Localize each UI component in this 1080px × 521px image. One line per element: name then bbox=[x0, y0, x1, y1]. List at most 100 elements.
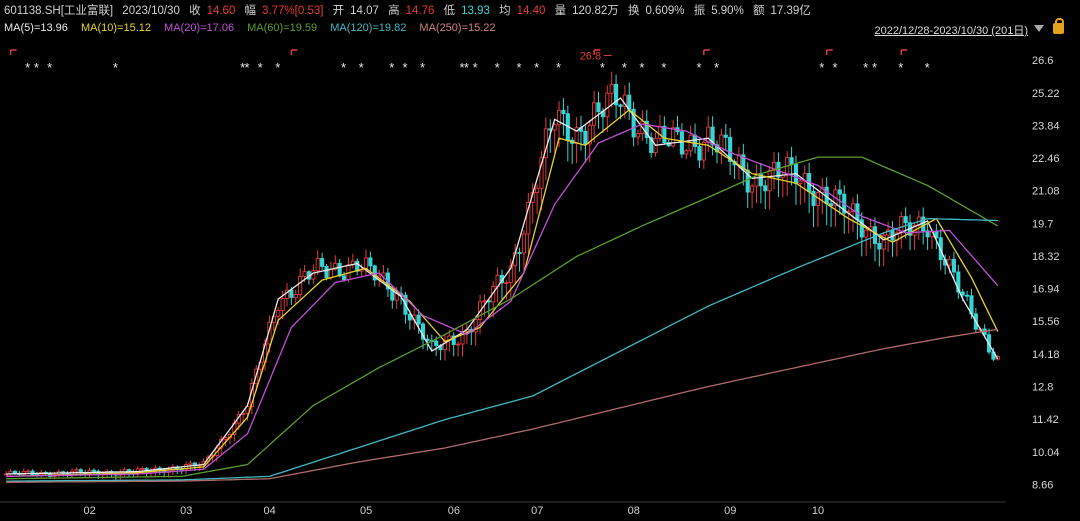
candle-body bbox=[91, 469, 96, 472]
candle-body bbox=[763, 185, 768, 192]
event-marker-icon: * bbox=[34, 60, 39, 75]
candle-body bbox=[324, 265, 329, 279]
candle-body bbox=[504, 282, 509, 284]
candle-body bbox=[320, 258, 325, 267]
period-flag-icon bbox=[290, 49, 298, 55]
candle-body bbox=[315, 258, 320, 272]
candle-body bbox=[363, 257, 369, 270]
event-marker-icon: * bbox=[359, 60, 364, 75]
candle-body bbox=[434, 340, 439, 346]
y-tick-label: 23.84 bbox=[1032, 120, 1060, 132]
event-marker-icon: * bbox=[341, 60, 346, 75]
kline-chart-panel: 601138.SH[工业富联] 2023/10/30 收 14.60 幅 3.77%… bbox=[0, 0, 1080, 521]
y-tick-label: 22.46 bbox=[1032, 153, 1060, 165]
price-chart[interactable]: 26.6 25.22 23.84 22.46 21.08 19.7 18.32 16.94 15… bbox=[0, 0, 1080, 521]
candle-body bbox=[456, 343, 461, 346]
event-marker-icon: * bbox=[556, 60, 561, 75]
x-tick-label: 06 bbox=[448, 505, 460, 517]
candle-body bbox=[280, 297, 285, 311]
candle-body bbox=[627, 94, 632, 110]
candle-body bbox=[517, 252, 522, 254]
candle-body bbox=[223, 437, 228, 440]
event-marker-icon: * bbox=[714, 60, 719, 75]
high-annotation: 26.8 bbox=[580, 50, 601, 62]
event-marker-icon: * bbox=[863, 60, 868, 75]
event-marker-icon: * bbox=[639, 60, 644, 75]
x-tick-label: 03 bbox=[180, 505, 192, 517]
candle-body bbox=[561, 109, 566, 115]
event-marker-icon: * bbox=[517, 60, 522, 75]
event-marker-icon: * bbox=[832, 60, 837, 75]
candle-body bbox=[521, 233, 526, 254]
event-marker-icon: * bbox=[622, 60, 627, 75]
x-tick-label: 09 bbox=[724, 505, 736, 517]
x-tick-label: 04 bbox=[263, 505, 275, 517]
candle-body bbox=[596, 102, 601, 113]
y-tick-label: 10.04 bbox=[1032, 447, 1060, 459]
event-marker-icon: * bbox=[661, 60, 666, 75]
candle-body bbox=[605, 92, 610, 118]
y-tick-label: 8.66 bbox=[1032, 479, 1053, 491]
event-marker-icon: * bbox=[872, 60, 877, 75]
candle-body bbox=[311, 270, 316, 280]
y-tick-label: 16.94 bbox=[1032, 284, 1060, 296]
candle-body bbox=[583, 130, 588, 145]
ma60-line bbox=[6, 156, 999, 480]
candle-body bbox=[635, 133, 641, 138]
candle-body bbox=[960, 291, 965, 296]
candle-body bbox=[903, 216, 908, 224]
y-tick-label: 11.42 bbox=[1032, 414, 1059, 426]
candle-body bbox=[609, 83, 614, 94]
event-marker-icon: * bbox=[402, 60, 407, 75]
candle-body bbox=[767, 169, 772, 192]
period-flag-icon bbox=[703, 49, 710, 55]
y-tick-label: 25.22 bbox=[1032, 88, 1060, 100]
period-flag-icon bbox=[9, 49, 17, 55]
event-marker-icon: * bbox=[245, 60, 250, 75]
y-tick-label: 19.7 bbox=[1032, 218, 1053, 230]
candle-body bbox=[416, 314, 421, 325]
candle-body bbox=[289, 289, 294, 298]
event-marker-icon: * bbox=[534, 60, 539, 75]
candle-body bbox=[798, 180, 803, 184]
candle-body bbox=[657, 125, 663, 139]
candle-body bbox=[328, 268, 333, 279]
y-tick-label: 14.18 bbox=[1032, 349, 1060, 361]
candle-body bbox=[535, 187, 540, 194]
candle-body bbox=[789, 157, 794, 165]
candle-body bbox=[298, 275, 303, 295]
candle-body bbox=[368, 257, 373, 267]
y-tick-label: 21.08 bbox=[1032, 186, 1060, 198]
candle-body bbox=[662, 125, 667, 144]
event-marker-icon: * bbox=[420, 60, 425, 75]
y-tick-label: 12.8 bbox=[1032, 382, 1053, 394]
event-marker-icon: * bbox=[113, 60, 118, 75]
event-marker-icon: * bbox=[47, 60, 52, 75]
candle-body bbox=[592, 102, 597, 126]
y-tick-label: 15.56 bbox=[1032, 316, 1060, 328]
candle-body bbox=[341, 275, 347, 281]
candle-body bbox=[74, 469, 79, 472]
event-marker-icon: * bbox=[495, 60, 500, 75]
candle-body bbox=[947, 258, 952, 266]
event-marker-icon: * bbox=[389, 60, 394, 75]
event-marker-icon: * bbox=[925, 60, 930, 75]
x-tick-label: 07 bbox=[531, 505, 543, 517]
candle-body bbox=[12, 470, 18, 474]
event-marker-icon: * bbox=[696, 60, 701, 75]
x-tick-label: 02 bbox=[84, 505, 96, 517]
event-marker-icon: * bbox=[275, 60, 280, 75]
candle-body bbox=[679, 131, 684, 155]
candle-body bbox=[750, 185, 755, 193]
candle-body bbox=[482, 300, 487, 303]
event-marker-icon: * bbox=[258, 60, 263, 75]
candle-body bbox=[965, 294, 970, 297]
candle-body bbox=[618, 104, 623, 107]
candle-body bbox=[140, 468, 145, 470]
ma250-line bbox=[6, 328, 998, 483]
x-tick-label: 08 bbox=[628, 505, 640, 517]
period-flag-icon bbox=[825, 49, 833, 55]
event-marker-icon: * bbox=[464, 60, 469, 75]
candle-body bbox=[837, 189, 842, 195]
candle-body bbox=[951, 258, 956, 273]
